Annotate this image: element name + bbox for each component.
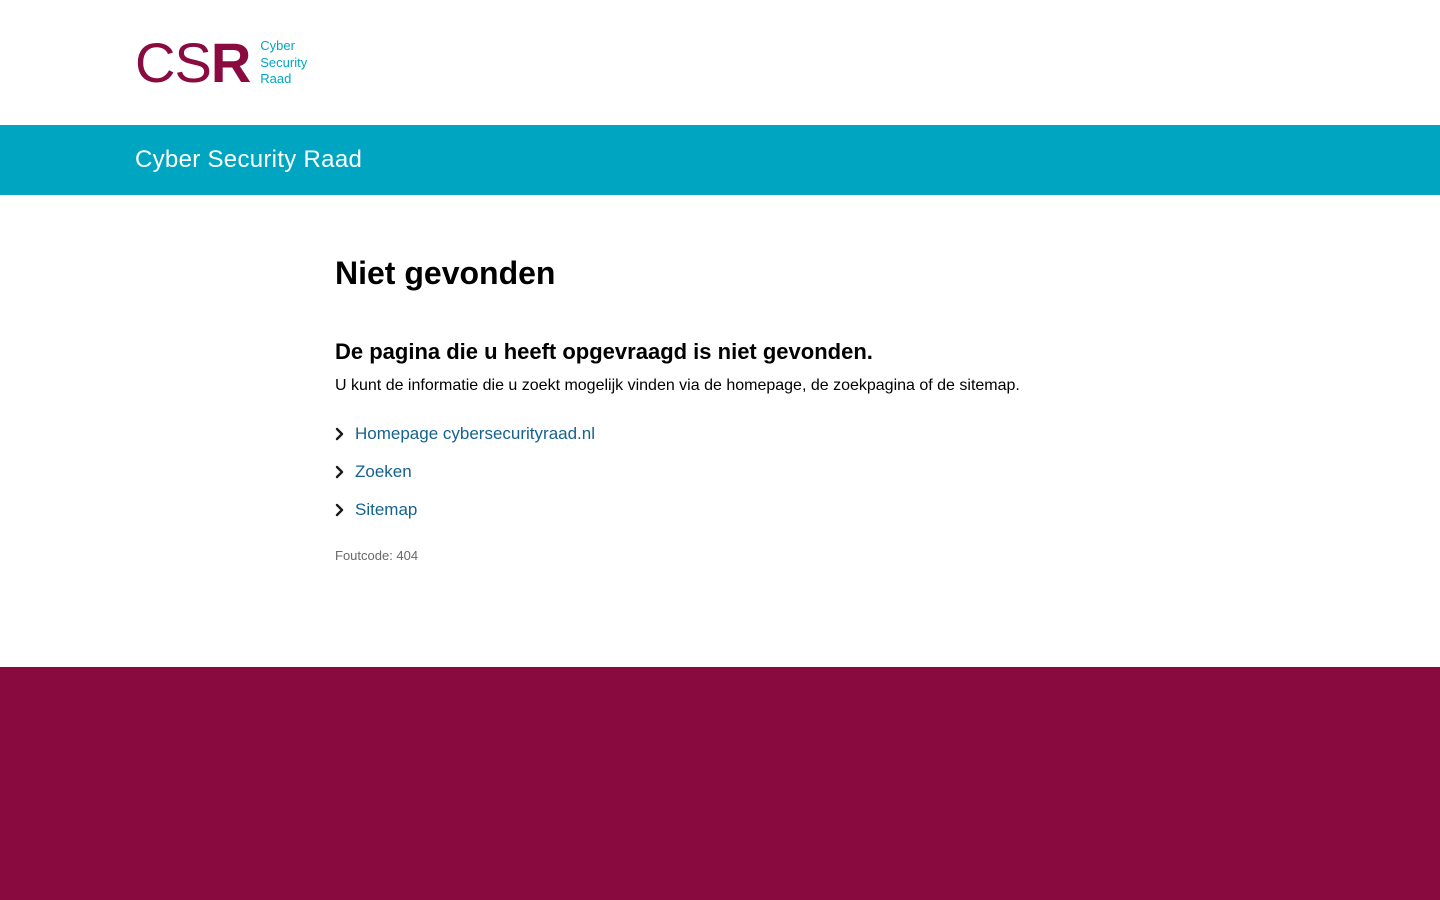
logo-line-security: Security (260, 54, 308, 70)
chevron-right-icon (335, 423, 355, 445)
list-item: Homepage cybersecurityraad.nl (335, 423, 595, 461)
site-title-banner: Cyber Security Raad (0, 125, 1440, 195)
error-code: Foutcode: 404 (335, 548, 419, 563)
list-item: Sitemap (335, 499, 595, 537)
error-subtitle: De pagina die u heeft opgevraagd is niet… (335, 339, 873, 364)
logo-letter-s: S (174, 31, 211, 94)
sitemap-link[interactable]: Sitemap (355, 499, 417, 521)
list-item: Zoeken (335, 461, 595, 499)
chevron-right-icon (335, 461, 355, 483)
page-title: Niet gevonden (335, 255, 556, 291)
logo-line-raad: Raad (260, 71, 292, 87)
site-footer (0, 667, 1440, 900)
logo-line-cyber: Cyber (260, 38, 295, 54)
homepage-link[interactable]: Homepage cybersecurityraad.nl (355, 423, 595, 445)
chevron-right-icon (335, 499, 355, 521)
logo-mark: CSR (135, 31, 251, 94)
suggested-links: Homepage cybersecurityraad.nl Zoeken Sit… (335, 423, 595, 537)
site-header: CSR Cyber Security Raad (0, 0, 1440, 125)
logo-letter-c: C (135, 31, 175, 94)
search-link[interactable]: Zoeken (355, 461, 412, 483)
error-intro: U kunt de informatie die u zoekt mogelij… (335, 377, 1020, 394)
site-title: Cyber Security Raad (135, 146, 363, 173)
csr-logo[interactable]: CSR Cyber Security Raad (135, 31, 307, 94)
logo-letter-r: R (210, 31, 251, 94)
logo-wordmark: Cyber Security Raad (260, 38, 307, 88)
